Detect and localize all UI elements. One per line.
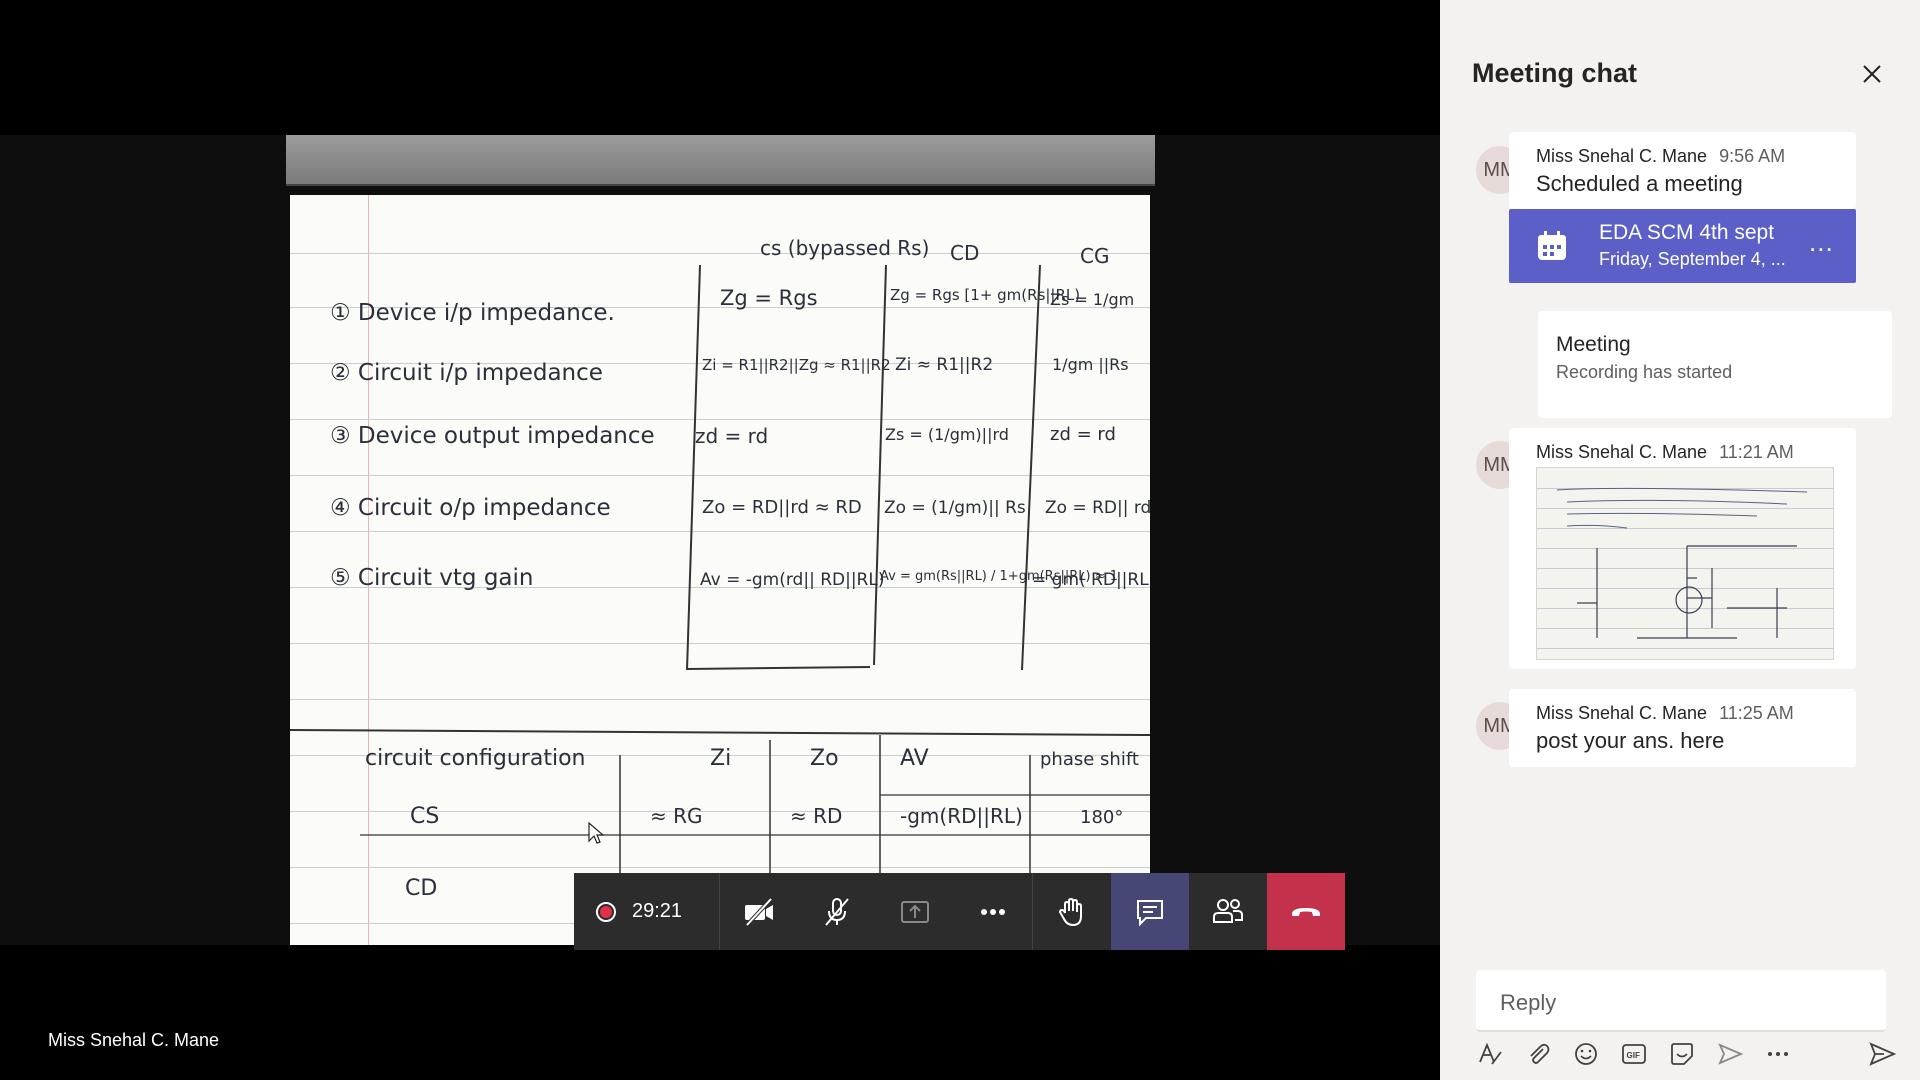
- col-header-cd: CD: [950, 241, 979, 265]
- table2-cell: CD: [405, 876, 437, 901]
- cell-cs: Av = -gm(rd|| RD||RL): [700, 570, 884, 590]
- message-text: post your ans. here: [1536, 728, 1725, 753]
- mic-off-icon: [825, 897, 849, 926]
- chat-toggle-button[interactable]: [1111, 873, 1189, 950]
- col-header-cs: cs (bypassed Rs): [760, 236, 929, 260]
- cell-cd: Zs = (1/gm)||rd: [885, 425, 1009, 444]
- table2-cell: ≈ RG: [650, 804, 703, 828]
- message-time: 11:21 AM: [1719, 442, 1794, 462]
- table2-header-zi: Zi: [710, 746, 731, 771]
- sticker-icon[interactable]: [1668, 1040, 1696, 1068]
- cell-cg: = gm( RD||RL): [1032, 570, 1150, 590]
- cell-cg: Zo = RD|| rd: [1045, 498, 1150, 518]
- cell-cg: 1/gm ||Rs: [1052, 355, 1129, 374]
- message-text: Scheduled a meeting: [1536, 171, 1743, 196]
- message-time: 11:25 AM: [1719, 703, 1794, 723]
- cell-cg: Zs = 1/gm: [1050, 290, 1134, 309]
- participants-icon: [1213, 898, 1243, 923]
- call-toolbar: 29:21: [574, 873, 1345, 950]
- chat-message[interactable]: Miss Snehal C. Mane 11:25 AM post your an…: [1509, 689, 1856, 767]
- hang-up-icon: [1292, 907, 1320, 916]
- row-label: ④ Circuit o/p impedance: [330, 495, 611, 521]
- meeting-date: Friday, September 4, ...: [1599, 249, 1786, 269]
- chat-message[interactable]: Miss Snehal C. Mane 9:56 AM Scheduled a m…: [1509, 132, 1856, 209]
- cell-cs: Zg = Rgs: [720, 286, 818, 310]
- event-title: Meeting: [1556, 333, 1631, 356]
- gif-icon[interactable]: GIF: [1620, 1040, 1648, 1068]
- more-icon: [981, 908, 1005, 915]
- compose-toolbar: GIF: [1476, 1040, 1906, 1070]
- cell-cs: zd = rd: [695, 424, 768, 448]
- more-actions-button[interactable]: [954, 873, 1032, 950]
- format-icon[interactable]: [1476, 1040, 1504, 1068]
- camera-off-icon: [745, 897, 773, 926]
- send-icon[interactable]: [1868, 1040, 1896, 1068]
- table2-cell: 180°: [1080, 807, 1123, 828]
- presenter-name: Miss Snehal C. Mane: [48, 1030, 220, 1050]
- record-icon: [596, 901, 616, 922]
- recording-indicator[interactable]: 29:21: [574, 873, 720, 950]
- message-sender: Miss Snehal C. Mane: [1536, 146, 1708, 166]
- participants-button[interactable]: [1189, 873, 1267, 950]
- meeting-more-button[interactable]: ...: [1809, 227, 1834, 258]
- close-icon[interactable]: [1858, 60, 1886, 88]
- calendar-icon: [1538, 231, 1566, 260]
- table2-header-config: circuit configuration: [365, 746, 585, 771]
- cell-cg: zd = rd: [1050, 424, 1116, 445]
- share-screen-button[interactable]: [876, 873, 954, 950]
- shared-notebook-page: cs (bypassed Rs) CD CG ① Device i/p impe…: [290, 195, 1150, 945]
- chat-title: Meeting chat: [1472, 58, 1638, 88]
- circuit-sketch: [1556, 487, 1808, 639]
- chat-icon: [1137, 899, 1163, 926]
- row-label: ③ Device output impedance: [330, 423, 655, 449]
- meeting-invite-card[interactable]: EDA SCM 4th sept Friday, September 4, ..…: [1509, 209, 1856, 283]
- meeting-title: EDA SCM 4th sept: [1599, 221, 1775, 244]
- mouse-cursor-icon: [588, 822, 604, 844]
- raise-hand-icon: [1058, 897, 1082, 926]
- table2-cell: CS: [410, 804, 439, 829]
- attach-icon[interactable]: [1524, 1040, 1552, 1068]
- cell-cs: Zi = R1||R2||Zg ≈ R1||R2: [702, 356, 891, 374]
- call-timer: 29:21: [632, 900, 683, 922]
- raise-hand-button[interactable]: [1033, 873, 1111, 950]
- col-header-cg: CG: [1080, 244, 1109, 268]
- reply-input[interactable]: Reply: [1476, 970, 1886, 1032]
- mic-toggle-button[interactable]: [798, 873, 876, 950]
- shared-image-thumbnail[interactable]: [1536, 467, 1834, 660]
- handwritten-notes: cs (bypassed Rs) CD CG ① Device i/p impe…: [290, 236, 1150, 945]
- cell-cd: Zi ≈ R1||R2: [895, 355, 993, 375]
- row-label: ⑤ Circuit vtg gain: [330, 565, 533, 591]
- emoji-icon[interactable]: [1572, 1040, 1600, 1068]
- table2-header-zo: Zo: [810, 746, 839, 771]
- message-time: 9:56 AM: [1719, 146, 1786, 166]
- praise-icon[interactable]: [1716, 1040, 1744, 1068]
- cell-cs: Zo = RD||rd ≈ RD: [702, 497, 862, 518]
- table2-header-av: AV: [900, 746, 929, 771]
- message-sender: Miss Snehal C. Mane: [1536, 703, 1708, 723]
- recording-started-event: Meeting Recording has started: [1538, 311, 1892, 418]
- table2-cell: -gm(RD||RL): [900, 804, 1023, 828]
- row-label: ② Circuit i/p impedance: [330, 360, 603, 386]
- event-subtitle: Recording has started: [1556, 362, 1733, 382]
- row-label: ① Device i/p impedance.: [330, 300, 615, 326]
- share-tray-icon: [901, 900, 929, 923]
- camera-toggle-button[interactable]: [720, 873, 798, 950]
- reply-placeholder: Reply: [1500, 990, 1557, 1015]
- more-options-icon[interactable]: [1764, 1040, 1792, 1068]
- cell-cd: Zo = (1/gm)|| Rs: [884, 498, 1026, 518]
- message-sender: Miss Snehal C. Mane: [1536, 442, 1708, 462]
- document-top-edge: [286, 135, 1155, 186]
- table2-cell: ≈ RD: [790, 804, 842, 828]
- svg-text:GIF: GIF: [1627, 1051, 1640, 1060]
- table2-header-phase: phase shift: [1040, 749, 1139, 770]
- hang-up-button[interactable]: [1267, 873, 1345, 950]
